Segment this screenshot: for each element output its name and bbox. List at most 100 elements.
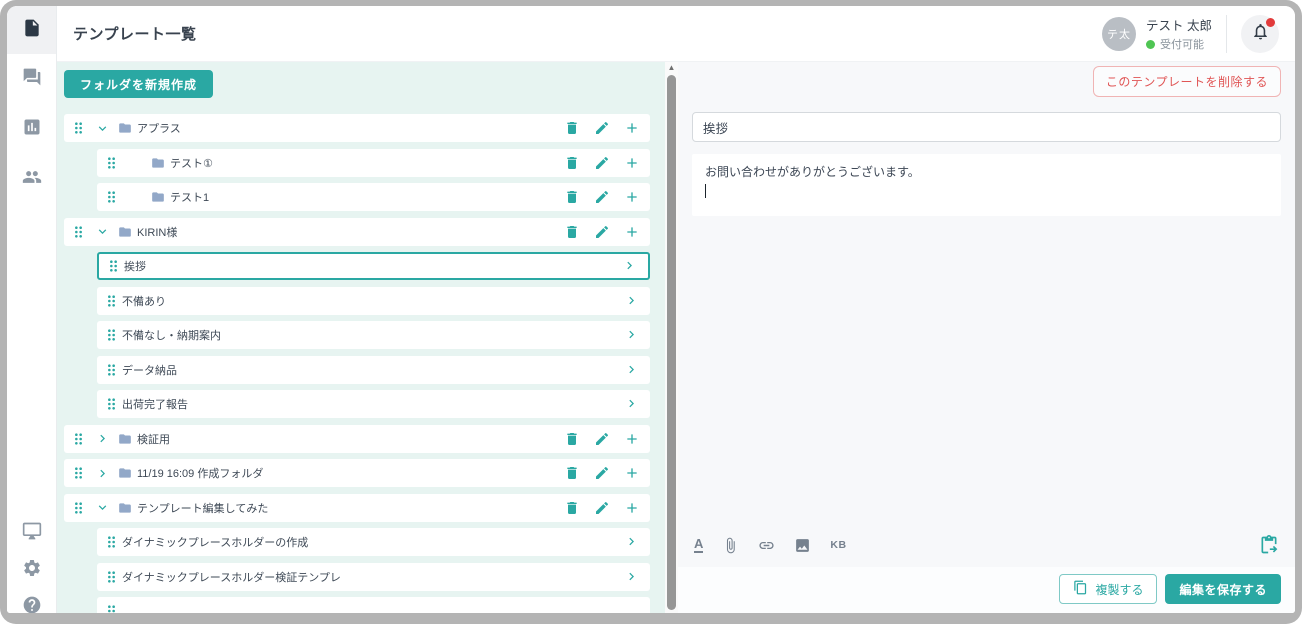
drag-handle-icon[interactable] bbox=[72, 466, 85, 480]
kb-button[interactable]: KB bbox=[830, 539, 846, 551]
folder-row[interactable]: テスト① bbox=[97, 148, 650, 177]
drag-handle-icon[interactable] bbox=[105, 328, 118, 342]
chevron-down-icon[interactable] bbox=[95, 224, 110, 239]
image-icon[interactable] bbox=[794, 537, 811, 554]
delete-folder-icon[interactable] bbox=[564, 465, 580, 481]
open-template-icon[interactable] bbox=[622, 258, 638, 274]
nav-settings[interactable] bbox=[22, 558, 42, 583]
add-template-icon[interactable] bbox=[624, 155, 640, 171]
rail-bottom-group bbox=[22, 521, 42, 613]
delete-folder-icon[interactable] bbox=[564, 155, 580, 171]
add-template-icon[interactable] bbox=[624, 500, 640, 516]
template-row[interactable]: 不備あり bbox=[97, 286, 650, 315]
paste-template-icon[interactable] bbox=[1259, 535, 1279, 555]
open-template-icon[interactable] bbox=[624, 362, 640, 378]
avatar[interactable]: テ太 bbox=[1102, 16, 1137, 51]
edit-folder-icon[interactable] bbox=[594, 155, 610, 171]
drag-handle-icon[interactable] bbox=[105, 570, 118, 584]
edit-folder-icon[interactable] bbox=[594, 120, 610, 136]
drag-handle-icon[interactable] bbox=[105, 294, 118, 308]
drag-handle-icon[interactable] bbox=[105, 190, 118, 204]
drag-handle-icon[interactable] bbox=[72, 501, 85, 515]
template-label: 挨拶 bbox=[124, 261, 146, 273]
nav-templates[interactable] bbox=[7, 6, 56, 54]
template-row[interactable]: ダイナミックプレースホルダー検証テンプレ bbox=[97, 562, 650, 591]
save-button[interactable]: 編集を保存する bbox=[1165, 574, 1281, 604]
drag-handle-icon[interactable] bbox=[105, 604, 118, 613]
folder-row[interactable]: アプラス bbox=[64, 114, 650, 142]
chevron-right-icon[interactable] bbox=[95, 466, 110, 481]
template-body-text: お問い合わせがありがとうございます。 bbox=[705, 165, 920, 179]
folder-icon bbox=[117, 432, 133, 446]
user-block[interactable]: テスト 太郎 受付可能 bbox=[1146, 15, 1212, 52]
add-template-icon[interactable] bbox=[624, 224, 640, 240]
drag-handle-icon[interactable] bbox=[72, 432, 85, 446]
nav-users[interactable] bbox=[7, 154, 56, 204]
folder-row[interactable]: KIRIN様 bbox=[64, 217, 650, 246]
add-template-icon[interactable] bbox=[624, 120, 640, 136]
add-template-icon[interactable] bbox=[624, 189, 640, 205]
chevron-right-icon[interactable] bbox=[95, 431, 110, 446]
folder-row[interactable]: テンプレート編集してみた bbox=[64, 493, 650, 522]
template-label: 不備なし・納期案内 bbox=[122, 330, 221, 342]
drag-handle-icon[interactable] bbox=[105, 535, 118, 549]
chevron-down-icon[interactable] bbox=[95, 121, 110, 136]
folder-icon bbox=[117, 501, 133, 515]
delete-folder-icon[interactable] bbox=[564, 189, 580, 205]
new-folder-button[interactable]: フォルダを新規作成 bbox=[64, 70, 214, 98]
template-row[interactable]: ダイナミックプレースホルダーの作成 bbox=[97, 528, 650, 556]
delete-folder-icon[interactable] bbox=[564, 500, 580, 516]
drag-handle-icon[interactable] bbox=[105, 397, 118, 411]
nav-monitor[interactable] bbox=[22, 521, 42, 546]
open-template-icon[interactable] bbox=[624, 534, 640, 550]
drag-handle-icon[interactable] bbox=[107, 259, 120, 273]
folder-icon bbox=[117, 466, 133, 480]
chevron-down-icon[interactable] bbox=[95, 500, 110, 515]
edit-folder-icon[interactable] bbox=[594, 224, 610, 240]
drag-handle-icon[interactable] bbox=[72, 225, 85, 239]
nav-help[interactable] bbox=[22, 595, 42, 613]
nav-chat[interactable] bbox=[7, 54, 56, 104]
add-template-icon[interactable] bbox=[624, 465, 640, 481]
open-template-icon[interactable] bbox=[624, 396, 640, 412]
edit-folder-icon[interactable] bbox=[594, 465, 610, 481]
folder-icon bbox=[150, 190, 166, 204]
nav-analytics[interactable] bbox=[7, 104, 56, 154]
open-template-icon[interactable] bbox=[624, 327, 640, 343]
delete-folder-icon[interactable] bbox=[564, 120, 580, 136]
folder-row[interactable]: テスト1 bbox=[97, 183, 650, 211]
attachment-icon[interactable] bbox=[722, 537, 739, 554]
link-icon[interactable] bbox=[758, 537, 775, 554]
notifications-button[interactable] bbox=[1241, 14, 1279, 53]
template-row[interactable]: 不備なし・納期案内 bbox=[97, 321, 650, 349]
template-row[interactable]: 出荷完了報告 bbox=[97, 390, 650, 418]
edit-folder-icon[interactable] bbox=[594, 189, 610, 205]
edit-folder-icon[interactable] bbox=[594, 431, 610, 447]
delete-folder-icon[interactable] bbox=[564, 431, 580, 447]
open-template-icon[interactable] bbox=[624, 293, 640, 309]
template-row[interactable]: 挨拶 bbox=[97, 252, 650, 280]
template-title-input[interactable] bbox=[692, 112, 1281, 142]
delete-template-button[interactable]: このテンプレートを削除する bbox=[1092, 66, 1281, 97]
user-name: テスト 太郎 bbox=[1146, 19, 1212, 33]
folder-row[interactable]: 検証用 bbox=[64, 424, 650, 453]
folder-label: 検証用 bbox=[137, 433, 170, 446]
template-row[interactable]: データ納品 bbox=[97, 355, 650, 384]
template-body-editor[interactable]: お問い合わせがありがとうございます。 bbox=[692, 154, 1281, 216]
add-template-icon[interactable] bbox=[624, 431, 640, 447]
open-template-icon[interactable] bbox=[624, 569, 640, 585]
header-right: テ太 テスト 太郎 受付可能 bbox=[1102, 14, 1279, 53]
scroll-up-arrow-icon[interactable]: ▲ bbox=[665, 63, 678, 72]
list-scrollbar[interactable]: ▲ bbox=[665, 62, 678, 613]
text-format-icon[interactable]: A bbox=[694, 537, 704, 553]
scrollbar-thumb[interactable] bbox=[667, 75, 676, 610]
drag-handle-icon[interactable] bbox=[72, 121, 85, 135]
folder-label: KIRIN様 bbox=[137, 226, 178, 239]
drag-handle-icon[interactable] bbox=[105, 363, 118, 377]
delete-folder-icon[interactable] bbox=[564, 224, 580, 240]
folder-row[interactable]: 11/19 16:09 作成フォルダ bbox=[64, 459, 650, 487]
template-row[interactable] bbox=[97, 597, 650, 613]
edit-folder-icon[interactable] bbox=[594, 500, 610, 516]
duplicate-button[interactable]: 複製する bbox=[1059, 574, 1158, 604]
drag-handle-icon[interactable] bbox=[105, 156, 118, 170]
